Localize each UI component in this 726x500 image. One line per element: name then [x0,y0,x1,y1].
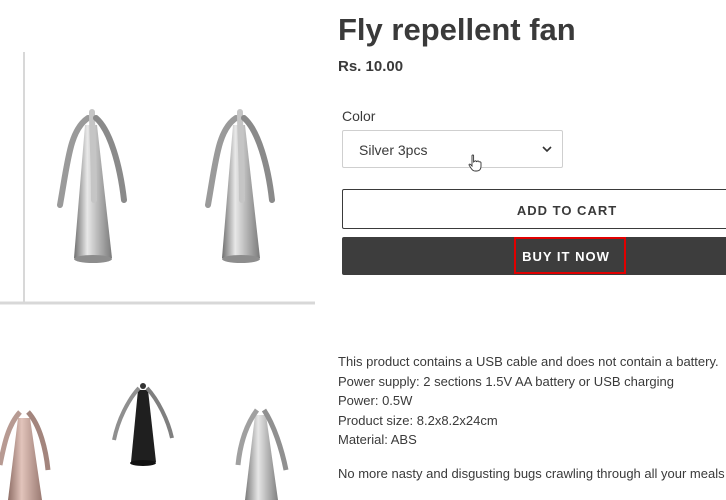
product-price: Rs. 10.00 [338,58,404,75]
thumbnail-black [112,383,174,466]
fan-silver-right [205,109,275,263]
description-line: Power supply: 2 sections 1.5V AA battery… [338,373,675,389]
product-title: Fly repellent fan [338,12,576,47]
description-line: Power: 0.5W [338,393,413,408]
description-line: Product size: 8.2x8.2x24cm [338,412,498,428]
thumbnail-rose-gold [0,410,51,500]
buy-it-now-button[interactable]: BUY IT NOW [342,237,726,275]
add-to-cart-button[interactable]: ADD TO CART [342,189,726,229]
product-info: Fly repellent fan Rs. 10.00 Color Silver… [338,0,726,500]
thumbnail-strip[interactable] [0,370,315,500]
description-line: Material: ABS [338,432,417,447]
product-gallery [0,0,315,500]
hand-pointer-icon [468,154,482,172]
description-paragraph: No more nasty and disgusting bugs crawli… [338,466,725,481]
thumbnail-silver [235,408,289,500]
color-select-value: Silver 3pcs [359,142,428,158]
color-option-label: Color [342,108,376,124]
fan-silver-left [57,109,127,263]
main-product-image[interactable] [0,0,315,310]
highlight-box [514,237,626,274]
description-line: This product contains a USB cable and do… [338,354,719,369]
chevron-down-icon [542,146,552,153]
add-to-cart-label: ADD TO CART [516,203,618,218]
product-description: This product contains a USB cable and do… [338,352,725,481]
color-select[interactable]: Silver 3pcs [342,130,563,172]
